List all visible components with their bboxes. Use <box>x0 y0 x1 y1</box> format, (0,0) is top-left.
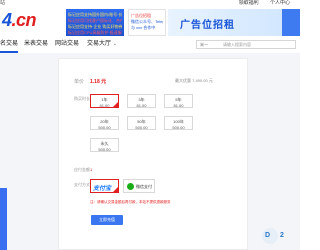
ad-banner-decoration <box>282 9 300 36</box>
ad-line: 与 xxx 合作中 <box>131 25 156 30</box>
duration-option-100y[interactable]: 100年 500.00 <box>164 116 193 130</box>
chat-count-badge: 2 <box>280 232 284 239</box>
discount-text: 最大优惠 7,490.00 元 <box>175 78 213 83</box>
nav-item-website[interactable]: 网站交易 <box>55 38 79 51</box>
search-category-select[interactable]: 米一 <box>200 41 208 48</box>
topbar-link-user-center[interactable]: 个人中心 <box>270 0 290 6</box>
topbar-link-welfare[interactable]: 领取福利 <box>239 0 259 6</box>
chat-icon: D <box>265 232 271 239</box>
ad-line: 标记应用CPU高级防护·极速服务 <box>68 30 122 35</box>
search-box[interactable]: 米一 请输入搜索内容 <box>196 40 296 49</box>
price-value: 1.18 元 <box>90 79 107 85</box>
price-label: 单价 <box>74 79 85 85</box>
duration-option-50y[interactable]: 50年 500.00 <box>127 116 156 130</box>
site-logo[interactable]: 4.cn <box>2 9 37 31</box>
search-input[interactable]: 请输入搜索内容 <box>223 41 251 48</box>
wechat-label: 微信支付 <box>136 184 152 189</box>
nav-item-hall[interactable]: 交易大厅 ⌄ <box>87 38 117 51</box>
topbar-left-text: 站 <box>0 0 6 6</box>
nav-item-domain[interactable]: 名交易 <box>0 38 19 53</box>
amount-label: 应付金额 <box>74 167 90 172</box>
pay-method-label: 支付方式 <box>74 182 90 187</box>
nav-item-mibiao[interactable]: 米表交易 <box>24 38 48 51</box>
payment-note: 注：请确认交易金额后再付款，本站不提供退款服务 <box>90 200 171 204</box>
ad-white-block[interactable]: 广告位招租 微信公众号、Telegram频道 与 xxx 合作中 <box>128 9 166 36</box>
duration-option-3y[interactable]: 3年 81.00 <box>127 94 156 108</box>
ad-banner[interactable]: 广告位招租 <box>168 9 300 36</box>
duration-label: 购买时长 <box>74 96 90 101</box>
chat-widget-button[interactable]: D <box>262 228 278 244</box>
duration-option-1y[interactable]: 1年 81.00 <box>90 94 119 108</box>
chevron-down-icon: ⌄ <box>112 41 117 47</box>
left-sidebar-strip <box>0 188 7 250</box>
wechat-icon <box>127 183 134 190</box>
pay-option-wechat[interactable]: 微信支付 <box>123 179 155 193</box>
ad-red-block[interactable]: 标记应用支持国外国内/账号·价格 标记应用可找客户国际化、合作 标记应用支持·企… <box>66 9 124 36</box>
duration-option-20y[interactable]: 20年 500.00 <box>90 116 119 130</box>
topbar-links: 领取福利 个人中心 <box>229 0 290 7</box>
ad-banner-title: 广告位招租 <box>180 20 235 31</box>
duration-option-forever[interactable]: 永久 500.00 <box>90 138 119 152</box>
amount-value: 1 <box>90 167 93 172</box>
pay-option-alipay[interactable]: 支付宝 <box>90 179 119 193</box>
purchase-card <box>58 58 248 250</box>
top-bar: 站 领取福利 个人中心 <box>0 0 300 7</box>
alipay-logo: 支付宝 <box>93 186 112 192</box>
submit-button[interactable]: 立即充值 <box>91 215 123 225</box>
duration-option-5y[interactable]: 5年 81.00 <box>164 94 193 108</box>
